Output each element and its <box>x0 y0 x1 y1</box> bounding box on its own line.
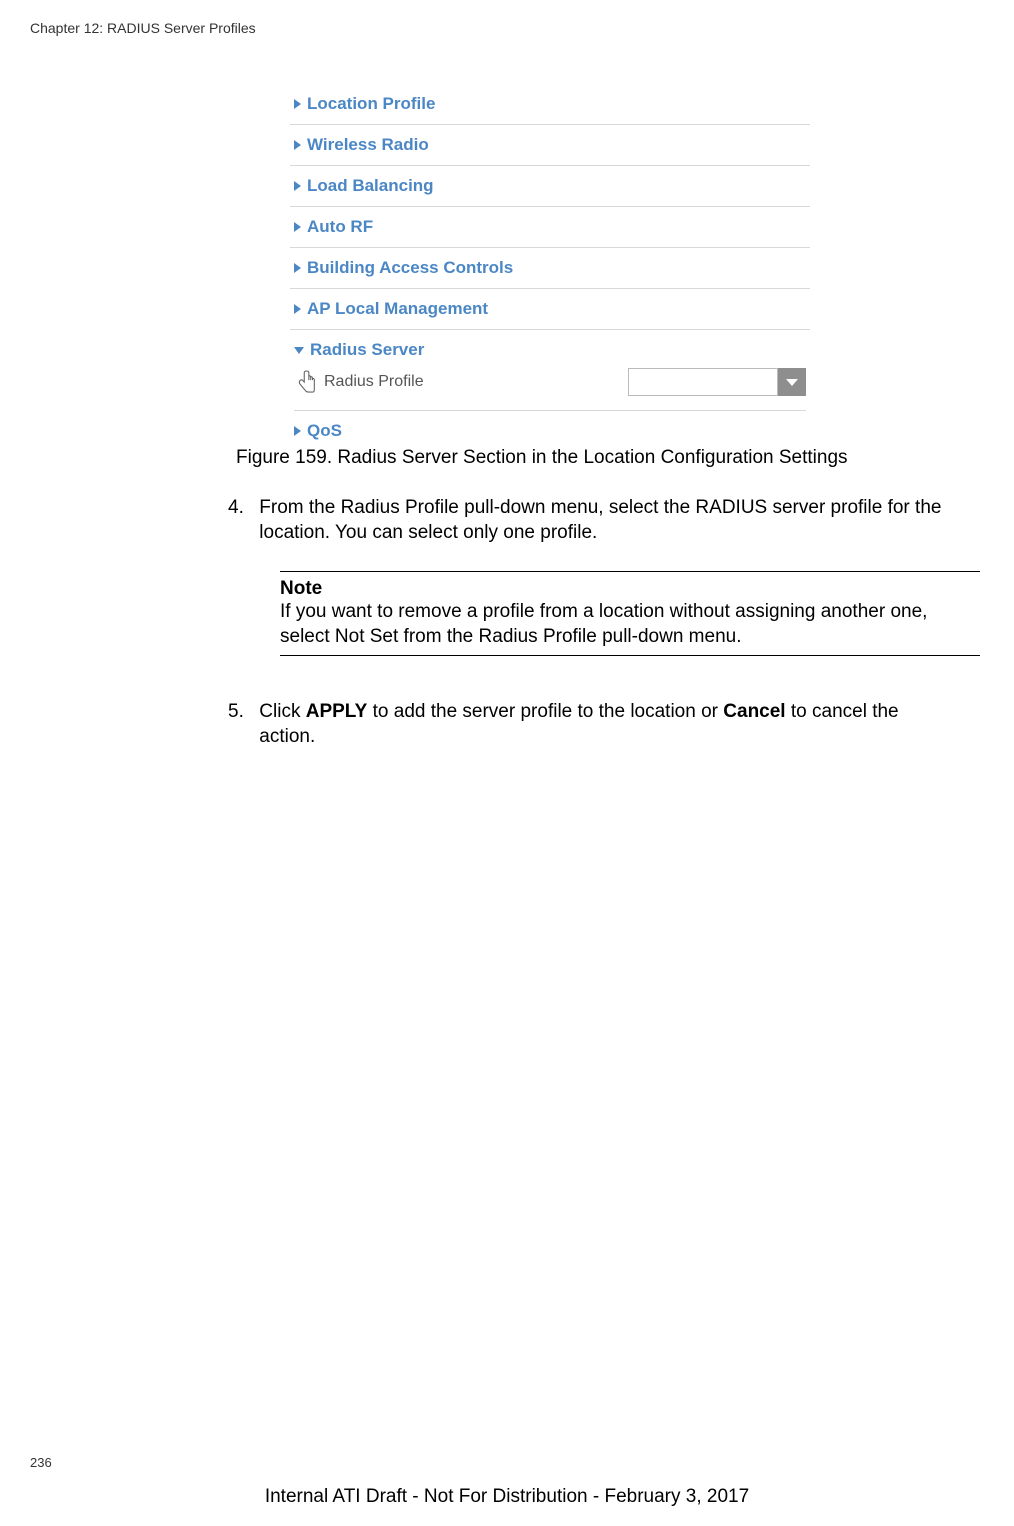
apply-keyword: APPLY <box>306 701 368 722</box>
chevron-right-icon <box>294 140 301 150</box>
chapter-header: Chapter 12: RADIUS Server Profiles <box>30 20 256 36</box>
accordion-label: Auto RF <box>307 217 373 237</box>
accordion-label: Building Access Controls <box>307 258 513 278</box>
accordion-label: AP Local Management <box>307 299 488 319</box>
cancel-keyword: Cancel <box>723 701 785 722</box>
chevron-right-icon <box>294 99 301 109</box>
radius-server-header[interactable]: Radius Server <box>294 340 806 360</box>
accordion-item-building-access-controls[interactable]: Building Access Controls <box>290 248 810 289</box>
accordion-item-auto-rf[interactable]: Auto RF <box>290 207 810 248</box>
note-title: Note <box>280 578 980 600</box>
chevron-right-icon <box>294 222 301 232</box>
accordion-label: QoS <box>307 421 342 441</box>
accordion-item-qos[interactable]: QoS <box>290 411 810 451</box>
chevron-right-icon <box>294 304 301 314</box>
chevron-right-icon <box>294 426 301 436</box>
text-segment: to add the server profile to the locatio… <box>367 701 723 722</box>
divider <box>280 655 980 656</box>
figure-caption: Figure 159. Radius Server Section in the… <box>236 447 848 469</box>
accordion-item-ap-local-management[interactable]: AP Local Management <box>290 289 810 330</box>
page-number: 236 <box>30 1455 52 1470</box>
accordion-item-location-profile[interactable]: Location Profile <box>290 84 810 125</box>
radius-profile-dropdown[interactable] <box>628 368 806 396</box>
accordion-label: Location Profile <box>307 94 435 114</box>
accordion-label: Wireless Radio <box>307 135 429 155</box>
figure-screenshot: Location Profile Wireless Radio Load Bal… <box>290 84 810 451</box>
footer-text: Internal ATI Draft - Not For Distributio… <box>0 1486 1014 1508</box>
step-number: 4. <box>228 496 254 521</box>
radius-profile-label: Radius Profile <box>324 373 424 391</box>
radius-profile-input[interactable] <box>628 368 778 396</box>
divider <box>280 571 980 572</box>
step-4: 4. From the Radius Profile pull-down men… <box>228 496 988 545</box>
step-text: From the Radius Profile pull-down menu, … <box>259 496 959 545</box>
accordion-label: Load Balancing <box>307 176 434 196</box>
chevron-right-icon <box>294 181 301 191</box>
step-text: Click APPLY to add the server profile to… <box>259 700 959 749</box>
accordion-item-load-balancing[interactable]: Load Balancing <box>290 166 810 207</box>
accordion-item-wireless-radio[interactable]: Wireless Radio <box>290 125 810 166</box>
chevron-down-icon <box>294 347 304 354</box>
chevron-down-icon <box>786 379 798 386</box>
chevron-right-icon <box>294 263 301 273</box>
note-text: If you want to remove a profile from a l… <box>280 600 980 649</box>
note-box: Note If you want to remove a profile fro… <box>280 565 980 662</box>
step-5: 5. Click APPLY to add the server profile… <box>228 700 988 749</box>
dropdown-button[interactable] <box>778 368 806 396</box>
step-number: 5. <box>228 700 254 725</box>
accordion-item-radius-server: Radius Server Radius Profile <box>290 330 810 411</box>
text-segment: Click <box>259 701 305 722</box>
accordion-label: Radius Server <box>310 340 424 360</box>
hand-cursor-icon <box>296 369 318 395</box>
